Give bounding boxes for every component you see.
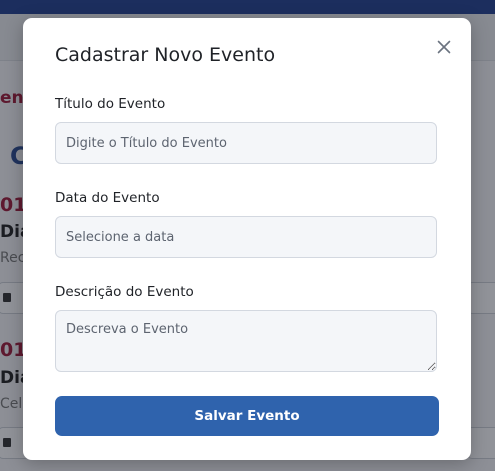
event-description-label: Descrição do Evento xyxy=(55,284,194,300)
event-title-label: Título do Evento xyxy=(55,96,166,112)
event-title-input[interactable] xyxy=(55,122,437,164)
event-date-input[interactable] xyxy=(55,216,437,258)
modal-title: Cadastrar Novo Evento xyxy=(55,44,276,66)
event-description-textarea[interactable] xyxy=(55,310,437,372)
event-date-label: Data do Evento xyxy=(55,190,160,206)
new-event-modal: Cadastrar Novo Evento Título do Evento D… xyxy=(23,18,471,460)
save-event-button[interactable]: Salvar Evento xyxy=(55,396,439,436)
page: ent C 01/ Dia Rec 01/ Dia Cel Cadastrar … xyxy=(0,0,495,471)
close-icon[interactable] xyxy=(435,38,453,56)
